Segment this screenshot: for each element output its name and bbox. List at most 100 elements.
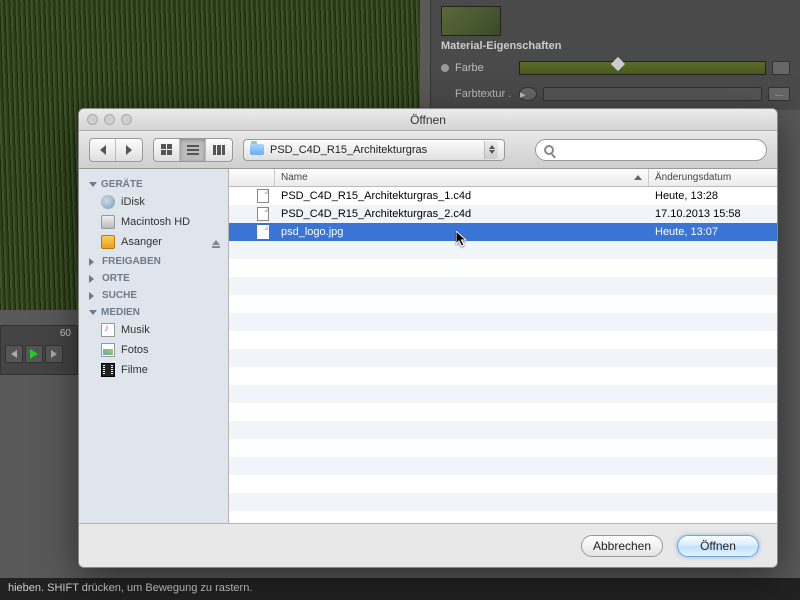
radio-icon[interactable] xyxy=(441,64,449,72)
sidebar-section-search[interactable]: SUCHE xyxy=(79,286,228,303)
column-icon[interactable] xyxy=(229,169,275,186)
disclosure-triangle-icon xyxy=(89,182,97,187)
texture-more-btn[interactable]: … xyxy=(768,87,790,101)
harddisk-icon xyxy=(101,215,115,229)
dialog-footer: Abbrechen Öffnen xyxy=(79,523,777,567)
view-mode-group xyxy=(153,138,233,162)
texture-field[interactable] xyxy=(543,87,762,101)
sidebar-item-movies[interactable]: Filme xyxy=(79,360,228,380)
column-date-header[interactable]: Änderungsdatum xyxy=(649,169,777,186)
view-list-button[interactable] xyxy=(180,139,206,161)
status-bar: hieben. SHIFT drücken, um Bewegung zu ra… xyxy=(0,578,800,600)
search-icon xyxy=(544,145,554,155)
file-row xyxy=(229,331,777,349)
sidebar-item-idisk[interactable]: iDisk xyxy=(79,192,228,212)
file-name: PSD_C4D_R15_Architekturgras_2.c4d xyxy=(275,208,649,220)
document-file-icon xyxy=(257,189,269,203)
file-row[interactable]: PSD_C4D_R15_Architekturgras_2.c4d17.10.2… xyxy=(229,205,777,223)
color-stepper[interactable] xyxy=(772,61,790,75)
file-row[interactable]: psd_logo.jpgHeute, 13:07 xyxy=(229,223,777,241)
timeline-play-button[interactable] xyxy=(25,345,43,363)
open-file-dialog: Öffnen PSD_C4D_R15_Architekturgras GERÄT… xyxy=(78,108,778,568)
status-text: hieben. SHIFT drücken, um Bewegung zu ra… xyxy=(8,582,252,594)
disclosure-triangle-icon xyxy=(89,292,98,300)
music-icon xyxy=(101,323,115,337)
file-rows-container: PSD_C4D_R15_Architekturgras_1.c4dHeute, … xyxy=(229,187,777,523)
current-folder-label: PSD_C4D_R15_Architekturgras xyxy=(270,144,478,156)
file-row xyxy=(229,457,777,475)
disclosure-triangle-icon xyxy=(89,275,98,283)
sidebar-item-music[interactable]: Musik xyxy=(79,320,228,340)
sidebar-section-places[interactable]: ORTE xyxy=(79,269,228,286)
file-row xyxy=(229,277,777,295)
file-list-header: Name Änderungsdatum xyxy=(229,169,777,187)
file-date: 17.10.2013 15:58 xyxy=(649,208,777,220)
nav-forward-button[interactable] xyxy=(116,139,142,161)
file-date: Heute, 13:28 xyxy=(649,190,777,202)
search-input[interactable] xyxy=(560,144,758,156)
file-row xyxy=(229,259,777,277)
file-row[interactable]: PSD_C4D_R15_Architekturgras_1.c4dHeute, … xyxy=(229,187,777,205)
sidebar-item-asanger[interactable]: Asanger xyxy=(79,232,228,252)
idisk-icon xyxy=(101,195,115,209)
search-field[interactable] xyxy=(535,139,767,161)
document-file-icon xyxy=(257,207,269,221)
file-row xyxy=(229,367,777,385)
folder-icon xyxy=(250,144,264,155)
grid-icon xyxy=(161,144,172,155)
nav-back-button[interactable] xyxy=(90,139,116,161)
external-disk-icon xyxy=(101,235,115,249)
chevron-left-icon xyxy=(100,145,106,155)
timeline-controls: 60 xyxy=(0,325,78,375)
list-icon xyxy=(187,145,199,155)
file-list-pane: Name Änderungsdatum PSD_C4D_R15_Architek… xyxy=(229,169,777,523)
sidebar-section-shared[interactable]: FREIGABEN xyxy=(79,252,228,269)
texture-picker-btn[interactable]: ▸ xyxy=(519,87,537,101)
sidebar-item-macintosh-hd[interactable]: Macintosh HD xyxy=(79,212,228,232)
texture-label: Farbtextur . xyxy=(455,88,513,100)
timeline-back-button[interactable] xyxy=(5,345,23,363)
view-columns-button[interactable] xyxy=(206,139,232,161)
file-row xyxy=(229,439,777,457)
timeline-frame-number: 60 xyxy=(1,326,77,341)
sidebar-section-media[interactable]: MEDIEN xyxy=(79,303,228,320)
file-row xyxy=(229,349,777,367)
file-row xyxy=(229,421,777,439)
sidebar: GERÄTE iDisk Macintosh HD Asanger FREIGA… xyxy=(79,169,229,523)
dialog-title: Öffnen xyxy=(79,113,777,127)
film-icon xyxy=(101,363,115,377)
color-label: Farbe xyxy=(455,62,513,74)
dialog-toolbar: PSD_C4D_R15_Architekturgras xyxy=(79,131,777,169)
open-button[interactable]: Öffnen xyxy=(677,535,759,557)
path-dropdown[interactable]: PSD_C4D_R15_Architekturgras xyxy=(243,139,505,161)
sort-ascending-icon xyxy=(634,175,642,180)
color-slider[interactable] xyxy=(519,61,766,75)
disclosure-triangle-icon xyxy=(89,258,98,266)
file-row xyxy=(229,241,777,259)
chevron-right-icon xyxy=(126,145,132,155)
view-icons-button[interactable] xyxy=(154,139,180,161)
file-row xyxy=(229,493,777,511)
columns-icon xyxy=(213,145,225,155)
file-name: psd_logo.jpg xyxy=(275,226,649,238)
dialog-titlebar[interactable]: Öffnen xyxy=(79,109,777,131)
disclosure-triangle-icon xyxy=(89,310,97,315)
dropdown-arrows-icon xyxy=(484,141,498,159)
file-name: PSD_C4D_R15_Architekturgras_1.c4d xyxy=(275,190,649,202)
file-date: Heute, 13:07 xyxy=(649,226,777,238)
column-name-header[interactable]: Name xyxy=(275,169,649,186)
file-row xyxy=(229,385,777,403)
material-thumbnail xyxy=(441,6,501,36)
file-row xyxy=(229,295,777,313)
sidebar-item-photos[interactable]: Fotos xyxy=(79,340,228,360)
panel-title: Material-Eigenschaften xyxy=(441,40,790,52)
sidebar-section-devices[interactable]: GERÄTE xyxy=(79,175,228,192)
eject-icon[interactable] xyxy=(212,240,220,245)
file-row xyxy=(229,313,777,331)
nav-buttons-group xyxy=(89,138,143,162)
timeline-fwd-button[interactable] xyxy=(45,345,63,363)
file-row xyxy=(229,403,777,421)
photos-icon xyxy=(101,343,115,357)
cancel-button[interactable]: Abbrechen xyxy=(581,535,663,557)
file-row xyxy=(229,475,777,493)
